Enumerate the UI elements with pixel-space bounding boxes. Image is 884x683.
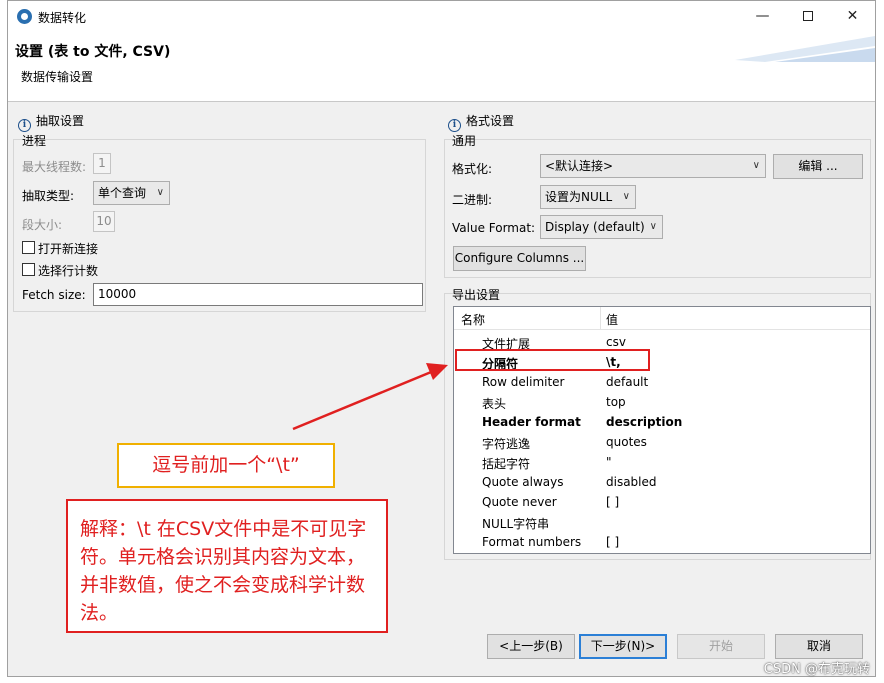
callout-note: 逗号前加一个“\t” <box>117 443 335 488</box>
explanation-note: 解释：\t 在CSV文件中是不可见字符。单元格会识别其内容为文本，并非数值，使之… <box>66 499 388 633</box>
csdn-watermark: CSDN @布克玩转 <box>763 662 870 677</box>
